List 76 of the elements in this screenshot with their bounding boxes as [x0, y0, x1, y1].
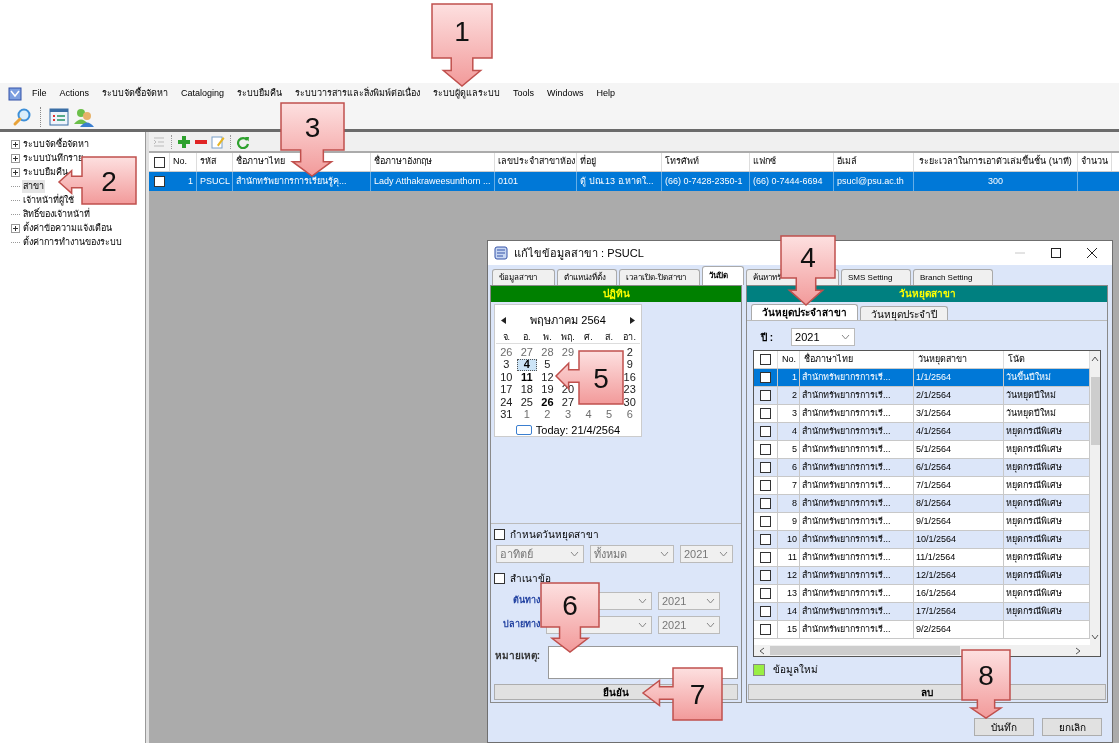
- table-cell: 10/1/2564: [914, 531, 1004, 548]
- table-cell: 3: [778, 405, 800, 422]
- table-cell: สำนักทรัพยากรการเรี...: [800, 621, 914, 638]
- table-cell: 8: [778, 495, 800, 512]
- table-cell: 4: [778, 423, 800, 440]
- table-cell: สำนักทรัพยากรการเรี...: [800, 405, 914, 422]
- field-label: ต้นทาง: [512, 594, 540, 608]
- table-cell: สำนักทรัพยากรการเรี...: [800, 387, 914, 404]
- field-label: ปี :: [761, 330, 774, 345]
- table-cell: 6: [778, 459, 800, 476]
- table-cell: สำนักทรัพยากรการเรี...: [800, 513, 914, 530]
- table-cell: 12: [778, 567, 800, 584]
- table-cell: PSUCL: [197, 172, 233, 191]
- table-cell: (66) 0-7428-2350-1: [662, 172, 750, 191]
- weekday-label: พ.: [542, 331, 553, 344]
- table-cell: ตู้ ปณ.13 อ.หาดใ...: [577, 172, 662, 191]
- table-cell: 9/1/2564: [914, 513, 1004, 530]
- weekday-label: ศ.: [583, 331, 594, 344]
- table-cell: 7/1/2564: [914, 477, 1004, 494]
- field-label: ปลายทาง: [502, 618, 540, 632]
- table-cell: 1: [778, 369, 800, 386]
- table-cell: สำนักทรัพยากรการเรี...: [800, 423, 914, 440]
- table-cell: สำนักทรัพยากรการเรี...: [800, 531, 914, 548]
- table-cell: 7: [778, 477, 800, 494]
- table-cell: 300: [914, 172, 1078, 191]
- table-cell: สำนักทรัพยากรการเรี...: [800, 549, 914, 566]
- checkbox-label: กำหนดวันหยุดสาขา: [510, 528, 599, 542]
- table-cell: 3/1/2564: [914, 405, 1004, 422]
- weekday-label: พฤ.: [560, 331, 576, 344]
- table-cell: 4/1/2564: [914, 423, 1004, 440]
- table-cell: สำนักทรัพยากรการเรี...: [800, 477, 914, 494]
- table-cell: 11/1/2564: [914, 549, 1004, 566]
- weekday-label: ส.: [604, 331, 614, 344]
- table-cell: 15: [778, 621, 800, 638]
- table-cell: 1: [170, 172, 197, 191]
- callout-tooltip: 1: [431, 3, 493, 87]
- weekday-label: อ.: [522, 331, 532, 344]
- table-cell: 9/2/2564: [914, 621, 1004, 638]
- weekday-label: อา.: [622, 331, 637, 344]
- window-title: แก้ไขข้อมูลสาขา : PSUCL: [514, 245, 644, 262]
- table-cell: 5/1/2564: [914, 441, 1004, 458]
- table-cell: 13: [778, 585, 800, 602]
- table-cell: 17/1/2564: [914, 603, 1004, 620]
- table-cell: สำนักทรัพยากรการเรี...: [800, 441, 914, 458]
- callout-tooltip: 4: [780, 235, 836, 306]
- table-cell: สำนักทรัพยากรการเรี...: [800, 459, 914, 476]
- table-cell: 2: [778, 387, 800, 404]
- table-cell: สำนักทรัพยากรการเรี...: [800, 567, 914, 584]
- table-cell: 14: [778, 603, 800, 620]
- panel-header: ปฏิทิน: [491, 286, 741, 302]
- table-cell: 16/1/2564: [914, 585, 1004, 602]
- month-title: พฤษภาคม 2564: [530, 312, 606, 328]
- table-cell: 8/1/2564: [914, 495, 1004, 512]
- table-cell: 0101: [495, 172, 577, 191]
- table-cell: สำนักทรัพยากรการเรี...: [800, 369, 914, 386]
- table-cell: สำนักทรัพยากรการเรี...: [800, 585, 914, 602]
- table-cell: 6/1/2564: [914, 459, 1004, 476]
- weekday-label: จ.: [501, 331, 512, 344]
- table-cell: 9: [778, 513, 800, 530]
- table-cell: 10: [778, 531, 800, 548]
- table-cell: 11: [778, 549, 800, 566]
- table-cell: Lady Atthakraweesunthorn ...: [371, 172, 495, 191]
- table-cell: 5: [778, 441, 800, 458]
- panel-header: วันหยุดสาขา: [747, 286, 1107, 302]
- callout-tooltip: 8: [961, 649, 1011, 719]
- table-cell: สำนักทรัพยากรการเรี...: [800, 495, 914, 512]
- table-cell: 1/1/2564: [914, 369, 1004, 386]
- callout-tooltip: 6: [540, 582, 600, 653]
- table-cell: psucl@psu.ac.th: [834, 172, 914, 191]
- legend-label: ข้อมูลใหม่: [773, 663, 818, 677]
- callout-tooltip: 7: [641, 667, 723, 721]
- table-cell: สำนักทรัพยากรการเรี...: [800, 603, 914, 620]
- table-cell: (66) 0-7444-6694: [750, 172, 834, 191]
- table-cell: 12/1/2564: [914, 567, 1004, 584]
- field-label: หมายเหตุ:: [494, 649, 540, 663]
- table-cell: 2/1/2564: [914, 387, 1004, 404]
